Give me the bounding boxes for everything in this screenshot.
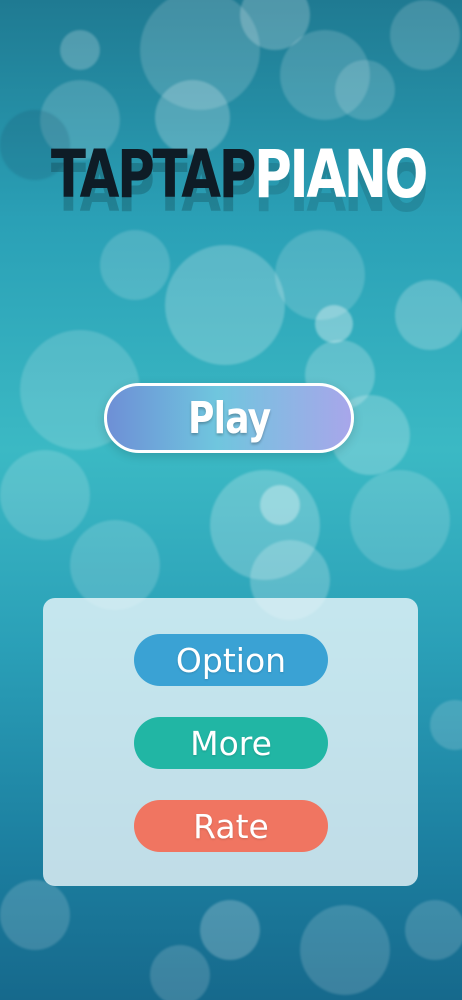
more-button[interactable]: More xyxy=(134,717,328,769)
app-title-piano: PIANO xyxy=(254,136,428,213)
play-button-label: Play xyxy=(187,392,271,444)
game-menu-screen: TAPTAPPIANO Play Option More Rate xyxy=(0,0,462,1000)
play-button[interactable]: Play xyxy=(104,383,354,453)
menu-panel: Option More Rate xyxy=(43,598,418,886)
app-title: TAPTAPPIANO xyxy=(51,142,429,208)
option-button[interactable]: Option xyxy=(134,634,328,686)
app-title-taptap: TAPTAP xyxy=(50,136,257,213)
rate-button-label: Rate xyxy=(193,806,269,846)
rate-button[interactable]: Rate xyxy=(134,800,328,852)
more-button-label: More xyxy=(190,723,272,763)
option-button-label: Option xyxy=(175,640,287,680)
